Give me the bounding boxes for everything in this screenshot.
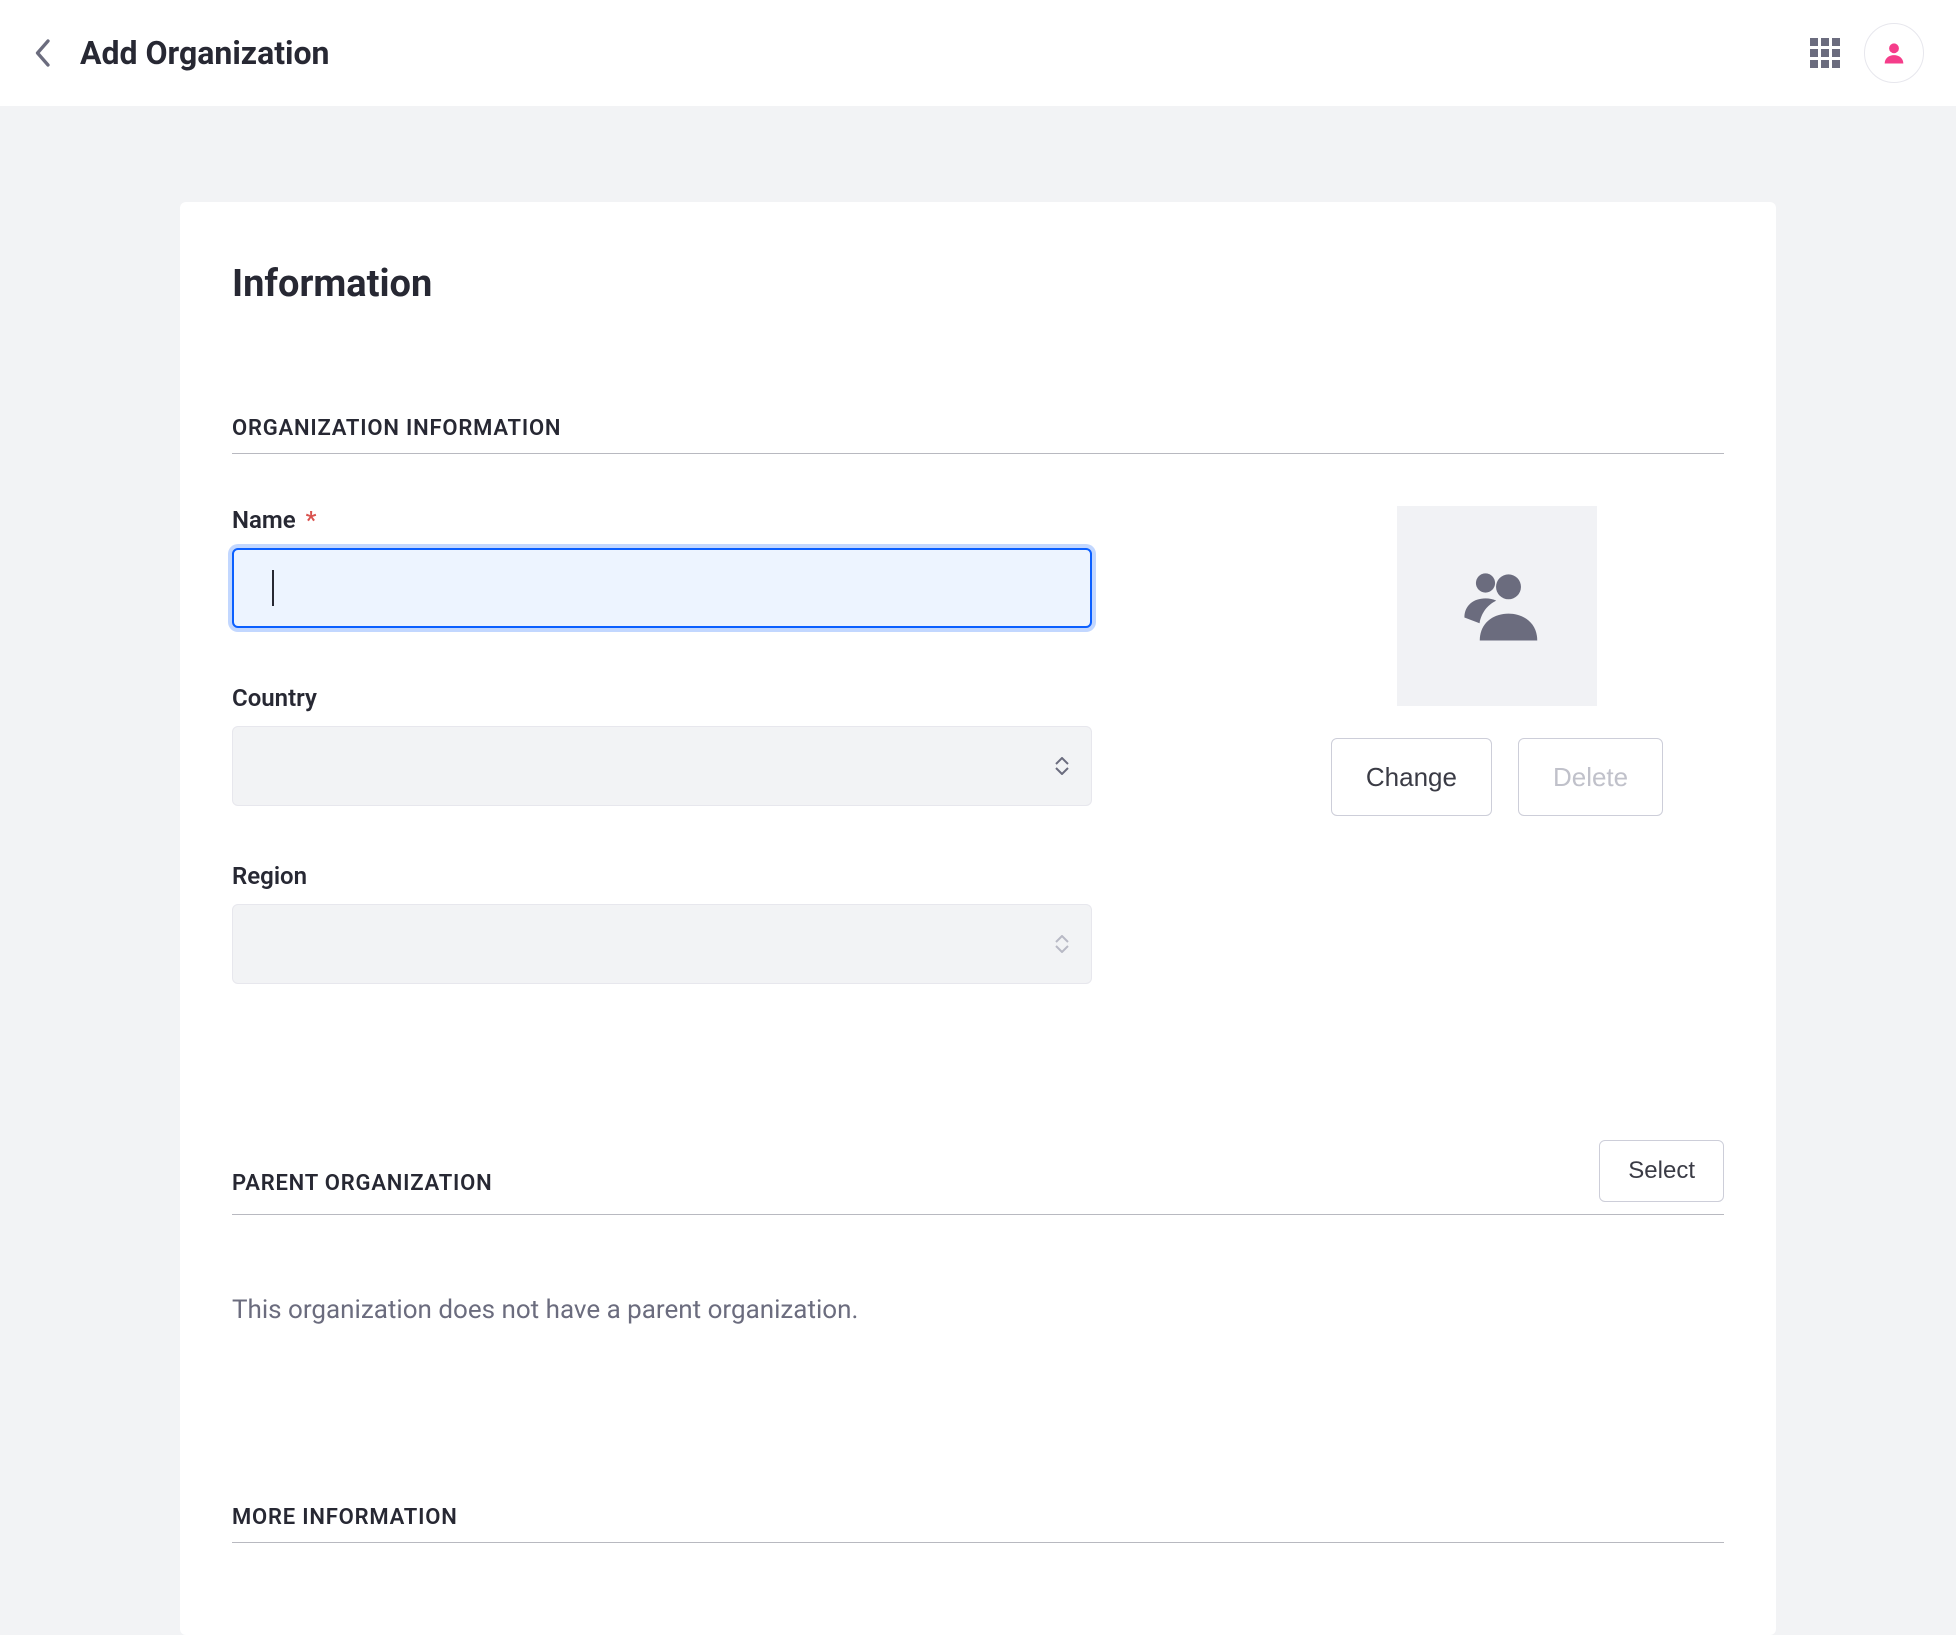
parent-org-empty-text: This organization does not have a parent…: [232, 1295, 1724, 1325]
parent-org-label: PARENT ORGANIZATION: [232, 1171, 492, 1202]
form-left-column: Name * Country: [232, 506, 1092, 1040]
form-card: Information ORGANIZATION INFORMATION Nam…: [180, 202, 1776, 1635]
card-title: Information: [232, 262, 1724, 306]
chevron-left-icon: [32, 38, 52, 68]
avatar-actions: Change Delete: [1331, 738, 1663, 816]
region-label: Region: [232, 862, 1092, 890]
grid-dot-icon: [1821, 38, 1829, 46]
required-indicator: *: [306, 506, 317, 534]
back-button[interactable]: [32, 38, 52, 68]
country-field-group: Country: [232, 684, 1092, 806]
select-parent-button[interactable]: Select: [1599, 1140, 1724, 1202]
more-info-label: MORE INFORMATION: [232, 1505, 458, 1530]
name-field-group: Name *: [232, 506, 1092, 628]
region-select[interactable]: [232, 904, 1092, 984]
grid-dot-icon: [1810, 60, 1818, 68]
more-info-section-header: MORE INFORMATION: [232, 1505, 1724, 1543]
user-icon: [1880, 39, 1908, 67]
form-right-column: Change Delete: [1312, 506, 1682, 816]
name-label-text: Name: [232, 506, 296, 534]
name-input[interactable]: [232, 548, 1092, 628]
region-select-wrap: [232, 904, 1092, 984]
content-area: Information ORGANIZATION INFORMATION Nam…: [0, 106, 1956, 1635]
text-cursor-icon: [272, 570, 274, 606]
change-avatar-button[interactable]: Change: [1331, 738, 1492, 816]
header-left: Add Organization: [32, 34, 329, 72]
user-avatar-button[interactable]: [1864, 23, 1924, 83]
grid-dot-icon: [1832, 38, 1840, 46]
grid-dot-icon: [1832, 49, 1840, 57]
grid-dot-icon: [1821, 49, 1829, 57]
users-icon: [1451, 565, 1543, 647]
grid-dot-icon: [1810, 38, 1818, 46]
org-info-label: ORGANIZATION INFORMATION: [232, 416, 561, 441]
delete-avatar-button[interactable]: Delete: [1518, 738, 1663, 816]
parent-org-section: PARENT ORGANIZATION Select This organiza…: [232, 1140, 1724, 1325]
country-label: Country: [232, 684, 1092, 712]
parent-org-section-header: PARENT ORGANIZATION Select: [232, 1140, 1724, 1215]
input-cursor-wrap: [254, 550, 274, 626]
name-label: Name *: [232, 506, 1092, 534]
grid-dot-icon: [1821, 60, 1829, 68]
region-field-group: Region: [232, 862, 1092, 984]
org-info-section-header: ORGANIZATION INFORMATION: [232, 416, 1724, 454]
grid-dot-icon: [1810, 49, 1818, 57]
country-select-wrap: [232, 726, 1092, 806]
apps-menu-button[interactable]: [1810, 38, 1840, 68]
country-select[interactable]: [232, 726, 1092, 806]
grid-dot-icon: [1832, 60, 1840, 68]
header-right: [1810, 23, 1924, 83]
org-info-form-row: Name * Country: [232, 506, 1724, 1040]
page-header: Add Organization: [0, 0, 1956, 106]
organization-avatar-placeholder: [1397, 506, 1597, 706]
page-title: Add Organization: [80, 34, 329, 72]
